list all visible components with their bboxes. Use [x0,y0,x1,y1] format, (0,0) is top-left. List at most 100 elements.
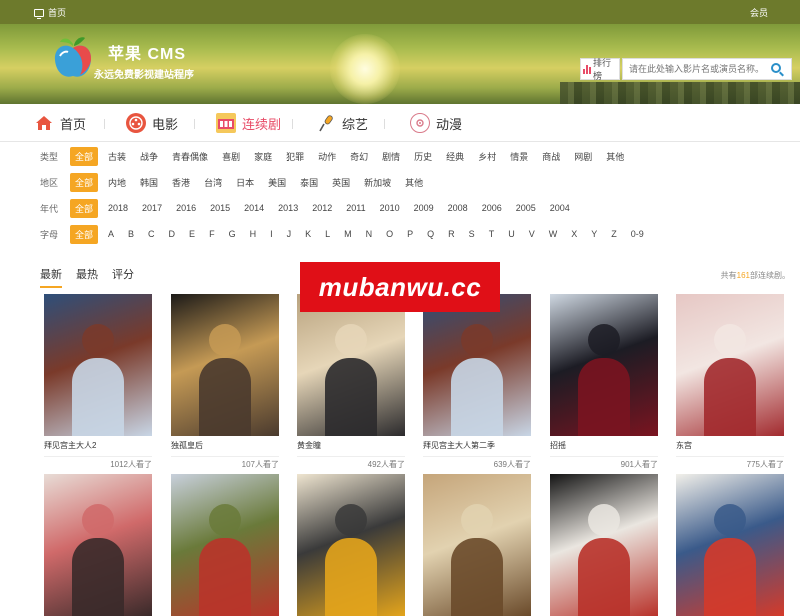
filter-option[interactable]: 2004 [550,203,570,213]
video-title[interactable]: 拜见宫主大人2 [44,440,152,452]
filter-option[interactable]: S [469,229,475,239]
video-card[interactable]: 东宫 775人看了 [676,294,784,470]
filter-option[interactable]: X [571,229,577,239]
filter-option[interactable]: 2018 [108,203,128,213]
top-home-link[interactable]: 首页 [34,6,66,19]
filter-option[interactable]: 全部 [70,224,99,244]
filter-option[interactable]: I [270,229,273,239]
filter-option[interactable]: 泰国 [300,176,318,189]
ranking-button[interactable]: 排行榜 [580,58,620,81]
video-title[interactable]: 独孤皇后 [171,440,279,452]
video-title[interactable]: 拜见宫主大人第二季 [423,440,531,452]
filter-option[interactable]: 古装 [108,150,126,163]
filter-option[interactable]: 2017 [142,203,162,213]
filter-option[interactable]: 其他 [606,150,624,163]
filter-option[interactable]: 喜剧 [222,150,240,163]
filter-option[interactable]: N [366,229,373,239]
filter-option[interactable]: Q [427,229,434,239]
filter-option[interactable]: D [169,229,176,239]
filter-option[interactable]: 2009 [414,203,434,213]
nav-item-anime[interactable]: 动漫 [410,113,462,133]
filter-option[interactable]: G [229,229,236,239]
filter-option[interactable]: 历史 [414,150,432,163]
filter-option[interactable]: 战争 [140,150,158,163]
filter-option[interactable]: L [325,229,330,239]
filter-option[interactable]: 韩国 [140,176,158,189]
apple-logo-icon[interactable] [52,34,94,80]
filter-option[interactable]: 经典 [446,150,464,163]
tab-rating[interactable]: 评分 [112,266,134,282]
filter-option[interactable]: 2012 [312,203,332,213]
video-poster[interactable] [550,294,658,436]
nav-item-movie[interactable]: 电影 [126,113,178,133]
filter-option[interactable]: 内地 [108,176,126,189]
filter-option[interactable]: 乡村 [478,150,496,163]
filter-option[interactable]: 2016 [176,203,196,213]
filter-option[interactable]: P [407,229,413,239]
filter-option[interactable]: E [189,229,195,239]
filter-option[interactable]: H [250,229,257,239]
filter-option[interactable]: 2015 [210,203,230,213]
video-card[interactable]: 招摇 901人看了 [550,294,658,470]
filter-option[interactable]: M [344,229,352,239]
filter-option[interactable]: 美国 [268,176,286,189]
filter-option[interactable]: 商战 [542,150,560,163]
filter-option[interactable]: 2011 [346,203,365,213]
filter-option[interactable]: 其他 [405,176,423,189]
filter-option[interactable]: 动作 [318,150,336,163]
filter-option[interactable]: K [305,229,311,239]
filter-option[interactable]: 全部 [70,146,99,166]
filter-option[interactable]: 2010 [380,203,400,213]
tab-hottest[interactable]: 最热 [76,266,98,282]
video-poster[interactable] [44,474,152,616]
filter-option[interactable]: O [386,229,393,239]
filter-option[interactable]: 家庭 [254,150,272,163]
filter-option[interactable]: 2008 [448,203,468,213]
video-poster[interactable] [676,474,784,616]
filter-option[interactable]: A [108,229,114,239]
search-icon[interactable] [771,63,781,73]
video-card[interactable] [44,474,152,616]
filter-option[interactable]: 全部 [70,172,99,192]
video-poster[interactable] [44,294,152,436]
video-card[interactable] [676,474,784,616]
nav-item-variety[interactable]: 综艺 [316,113,368,133]
filter-option[interactable]: 0-9 [631,229,644,239]
filter-option[interactable]: J [287,229,292,239]
video-card[interactable] [550,474,658,616]
filter-option[interactable]: 2013 [278,203,298,213]
filter-option[interactable]: U [508,229,515,239]
filter-option[interactable]: V [529,229,535,239]
video-card[interactable] [297,474,405,616]
video-card[interactable]: 独孤皇后 107人看了 [171,294,279,470]
filter-option[interactable]: T [489,229,495,239]
filter-option[interactable]: 犯罪 [286,150,304,163]
video-card[interactable] [171,474,279,616]
tab-latest[interactable]: 最新 [40,266,62,288]
filter-option[interactable]: W [549,229,558,239]
nav-item-series[interactable]: 连续剧 [216,113,281,133]
filter-option[interactable]: 全部 [70,198,99,218]
filter-option[interactable]: 2014 [244,203,264,213]
video-poster[interactable] [550,474,658,616]
filter-option[interactable]: R [448,229,455,239]
video-poster[interactable] [171,474,279,616]
filter-option[interactable]: C [148,229,155,239]
video-card[interactable] [423,474,531,616]
nav-item-home[interactable]: 首页 [34,113,86,133]
video-card[interactable]: 黄金瞳 492人看了 [297,294,405,470]
filter-option[interactable]: B [128,229,134,239]
filter-option[interactable]: 台湾 [204,176,222,189]
search-input[interactable] [623,59,763,79]
filter-option[interactable]: Y [591,229,597,239]
filter-option[interactable]: 英国 [332,176,350,189]
filter-option[interactable]: 新加坡 [364,176,391,189]
filter-option[interactable]: 情景 [510,150,528,163]
video-poster[interactable] [171,294,279,436]
filter-option[interactable]: 网剧 [574,150,592,163]
filter-option[interactable]: 2006 [482,203,502,213]
filter-option[interactable]: 香港 [172,176,190,189]
filter-option[interactable]: 青春偶像 [172,150,208,163]
video-poster[interactable] [423,294,531,436]
filter-option[interactable]: 2005 [516,203,536,213]
